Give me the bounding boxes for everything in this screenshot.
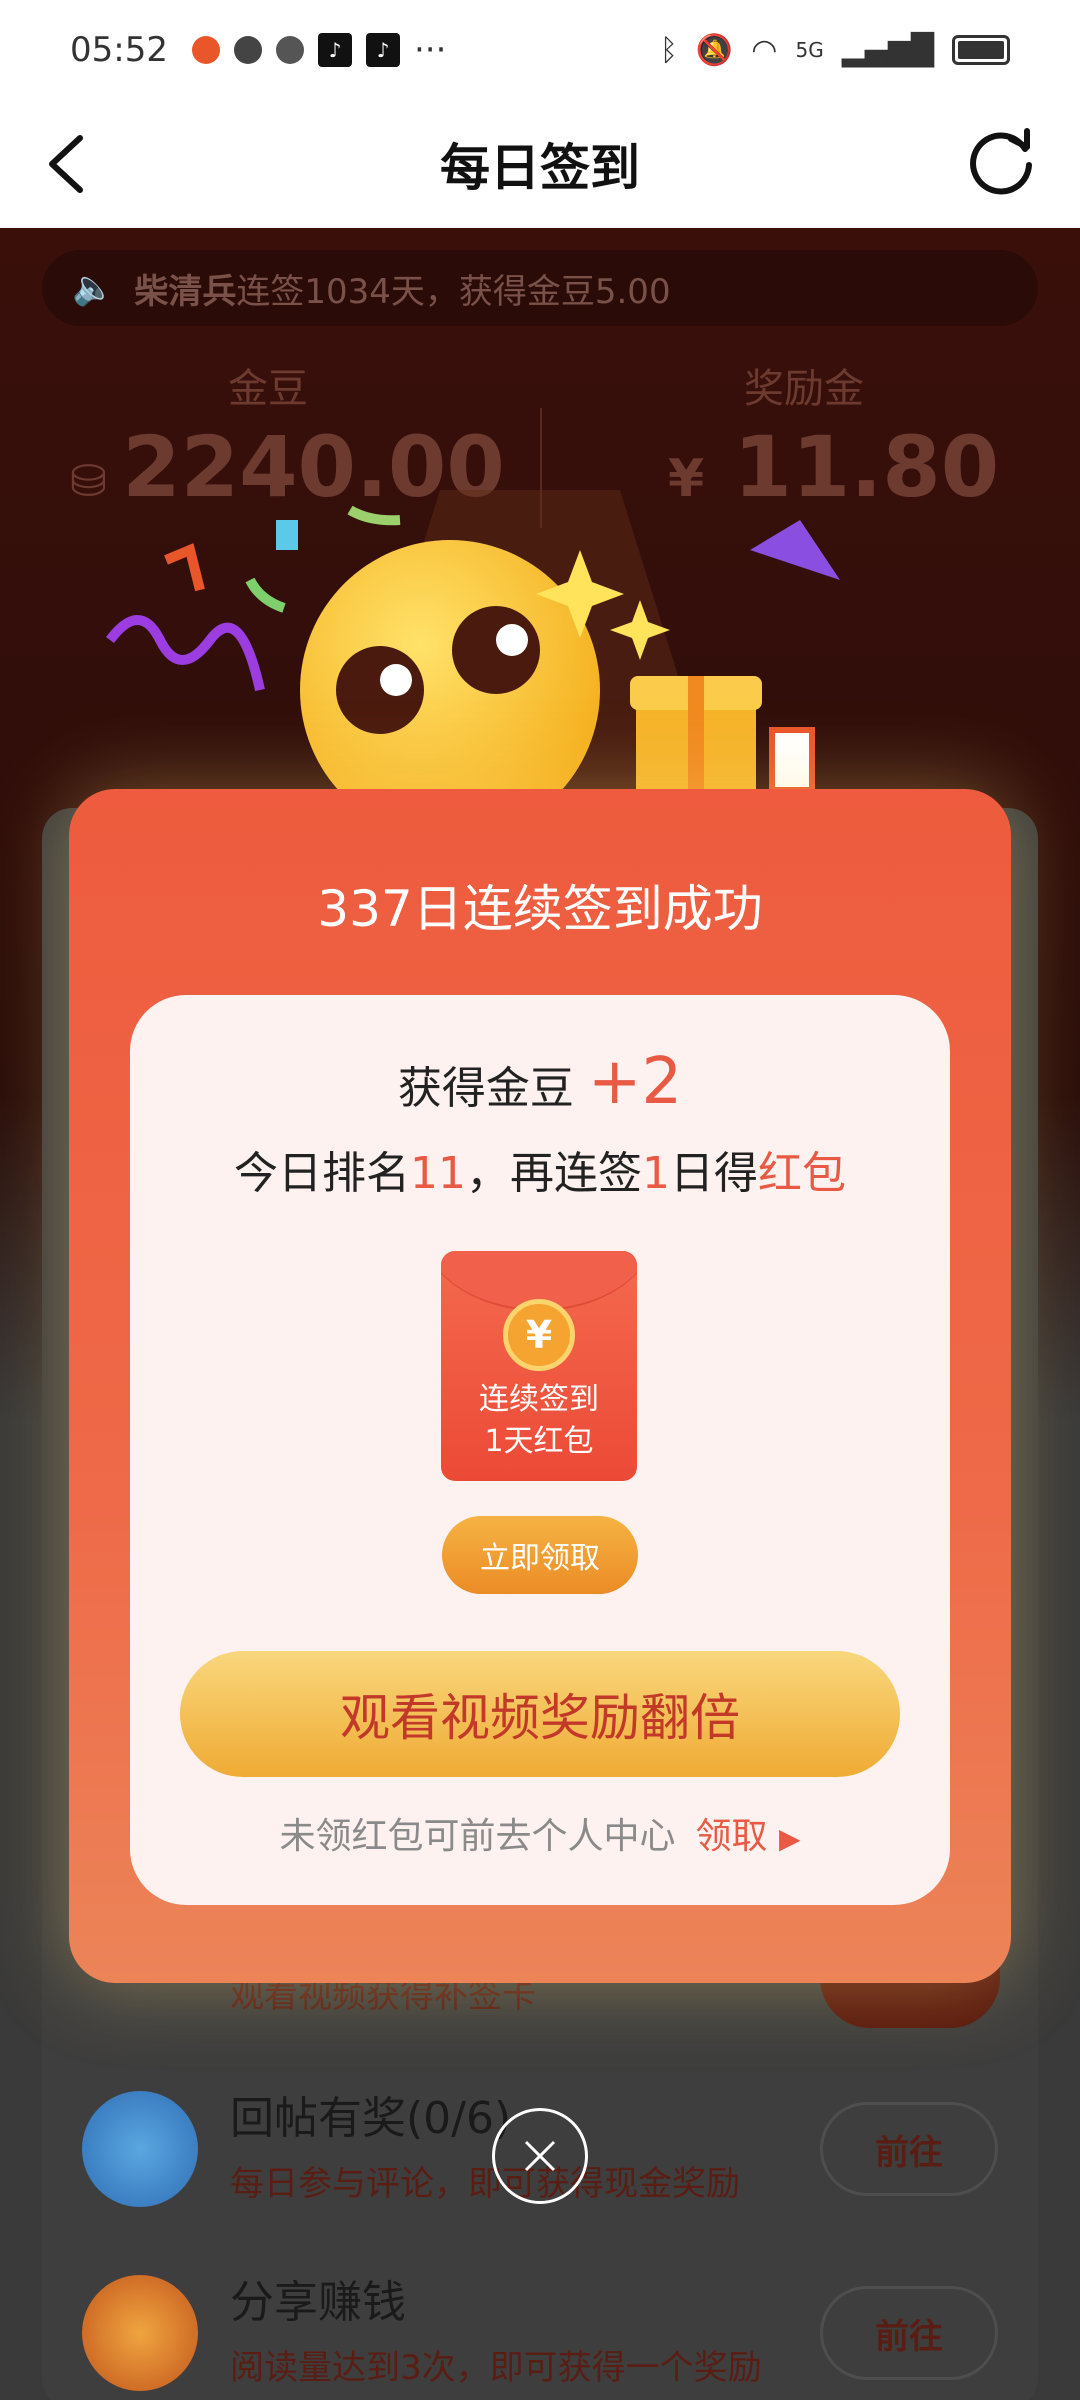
reward-amount: +2 (587, 1045, 683, 1119)
notice-text: 连签1034天，获得金豆5.00 (236, 271, 671, 312)
bottom-note: 未领红包可前去个人中心 领取 ▶ (279, 1816, 801, 1857)
app-notification-icon (191, 36, 220, 64)
task-row: 分享赚钱 阅读量达到3次，即可获得一个奖励 前往 (42, 2248, 1038, 2400)
notice-bar: 🔈 柴清兵连签1034天，获得金豆5.00 (42, 250, 1038, 326)
status-bar: 05:52 ♪ ♪ ··· ᛒ 🔕 ◠ 5G ▂▄▆█ (0, 0, 1080, 100)
task-go-button[interactable]: 前往 (820, 2286, 998, 2380)
celebration-illustration (106, 490, 840, 810)
share-task-icon (82, 2275, 198, 2391)
task-desc: 阅读量达到3次，即可获得一个奖励 (230, 2348, 762, 2388)
speaker-icon: 🔈 (72, 268, 115, 308)
refresh-button[interactable] (960, 120, 1044, 204)
confetti-ribbon (106, 615, 265, 692)
wechat-icon (275, 36, 304, 64)
streak-days: 1 (642, 1148, 670, 1199)
refresh-icon (970, 128, 1032, 195)
bluetooth-icon: ᛒ (659, 32, 678, 68)
close-modal-button[interactable] (492, 2108, 588, 2204)
task-go-button[interactable]: 前往 (820, 2102, 998, 2196)
watch-video-double-button[interactable]: 观看视频奖励翻倍 (180, 1651, 900, 1777)
task-desc: 每日参与评论，即可获得现金奖励 (230, 2164, 740, 2204)
comment-task-icon (82, 2091, 198, 2207)
party-popper-icon (750, 520, 840, 580)
task-title: 回帖有奖(0/6) (230, 2093, 512, 2144)
reward-line: 获得金豆 +2 (130, 1045, 950, 1119)
notice-name: 柴清兵 (134, 271, 237, 312)
play-arrow-icon: ▶ (778, 1822, 801, 1855)
claim-link[interactable]: 领取 ▶ (696, 1816, 801, 1857)
network-type: 5G (795, 38, 824, 62)
status-time: 05:52 (70, 30, 168, 70)
back-button[interactable] (30, 128, 102, 200)
rank-line: 今日排名11，再连签1日得红包 (234, 1148, 846, 1199)
reward-label: 奖励金 (744, 366, 864, 412)
chevron-left-icon (49, 135, 83, 193)
modal-content-card: 获得金豆 +2 今日排名11，再连签1日得红包 ¥ 连续签到 1天红包 立即领取… (130, 995, 950, 1905)
tiktok-icon: ♪ (317, 33, 352, 67)
modal-title: 337日连续签到成功 (317, 880, 763, 938)
claim-now-button[interactable]: 立即领取 (442, 1516, 638, 1594)
reward-prefix: 获得金豆 (397, 1063, 574, 1114)
signin-success-modal: 337日连续签到成功 获得金豆 +2 今日排名11，再连签1日得红包 ¥ 连续签… (69, 789, 1011, 1983)
yuan-coin-icon: ¥ (503, 1299, 575, 1371)
close-icon (524, 2140, 556, 2172)
task-title: 分享赚钱 (230, 2277, 406, 2328)
wifi-icon: ◠ (751, 32, 778, 68)
popcorn-icon (769, 727, 815, 793)
rank-value: 11 (410, 1148, 466, 1199)
red-packet[interactable]: ¥ 连续签到 1天红包 (441, 1251, 637, 1481)
rank-prize: 红包 (758, 1148, 846, 1199)
beans-label: 金豆 (228, 366, 308, 412)
signal-icon: ▂▄▆█ (841, 32, 934, 68)
app-header: 每日签到 (0, 100, 1080, 228)
mute-icon: 🔕 (695, 32, 734, 68)
more-notifications-icon: ··· (413, 30, 447, 70)
page-title: 每日签到 (440, 139, 640, 197)
tiktok-icon-2: ♪ (365, 33, 400, 67)
red-packet-text: 连续签到 1天红包 (479, 1382, 599, 1459)
battery-icon (952, 35, 1010, 65)
heart-icon (233, 36, 262, 64)
